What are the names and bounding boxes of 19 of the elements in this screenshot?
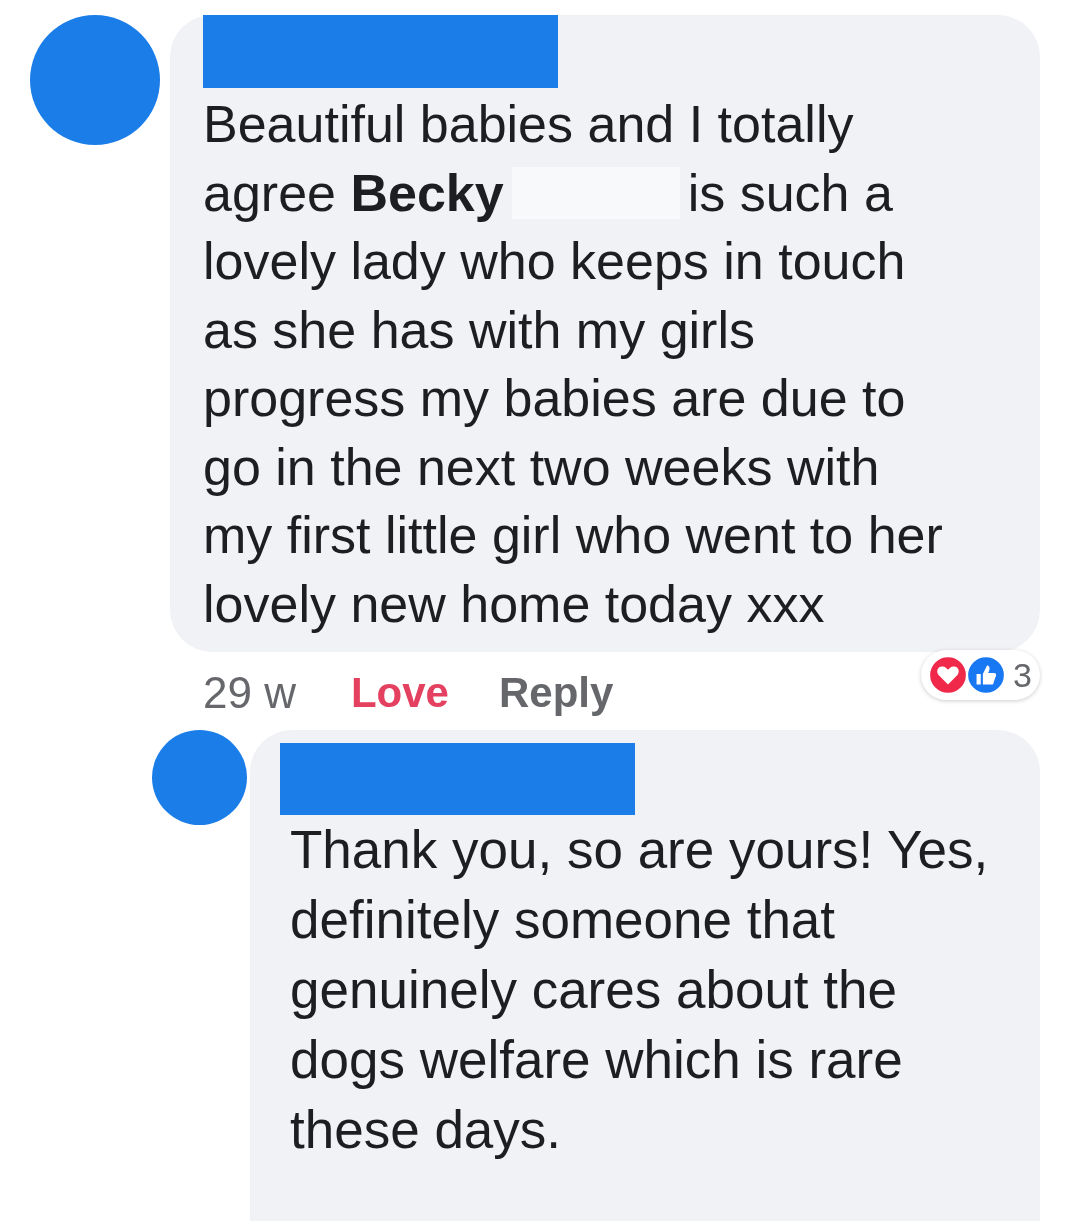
comment-text: genuinely cares about the (290, 959, 897, 1021)
timestamp: 29 w (203, 668, 296, 718)
comment-text: definitely someone that (290, 889, 836, 951)
comment-text: lovely lady who keeps in touch (203, 231, 906, 292)
comment-text: Thank you, so are yours! Yes, (290, 819, 989, 881)
reaction-count: 3 (1013, 655, 1032, 695)
comment-text: these days. (290, 1099, 562, 1161)
reply-link[interactable]: Reply (499, 669, 614, 717)
comment-text: dogs welfare which is rare (290, 1029, 903, 1091)
love-link[interactable]: Love (350, 669, 449, 717)
comment-text: Beautiful babies and I totally (203, 94, 854, 155)
comment-text: lovely new home today xxx (203, 573, 825, 635)
reactions-badge[interactable]: 3 (921, 650, 1040, 700)
comment-text: go in the next two weeks with (203, 436, 880, 498)
comment-text: agree Becky (203, 162, 504, 224)
comment-text: my first little girl who went to her (203, 505, 943, 566)
comment-text: as she has with my girls (203, 299, 755, 361)
comment-text: is such a (687, 162, 893, 224)
comment-text: progress my babies are due to (203, 368, 906, 429)
